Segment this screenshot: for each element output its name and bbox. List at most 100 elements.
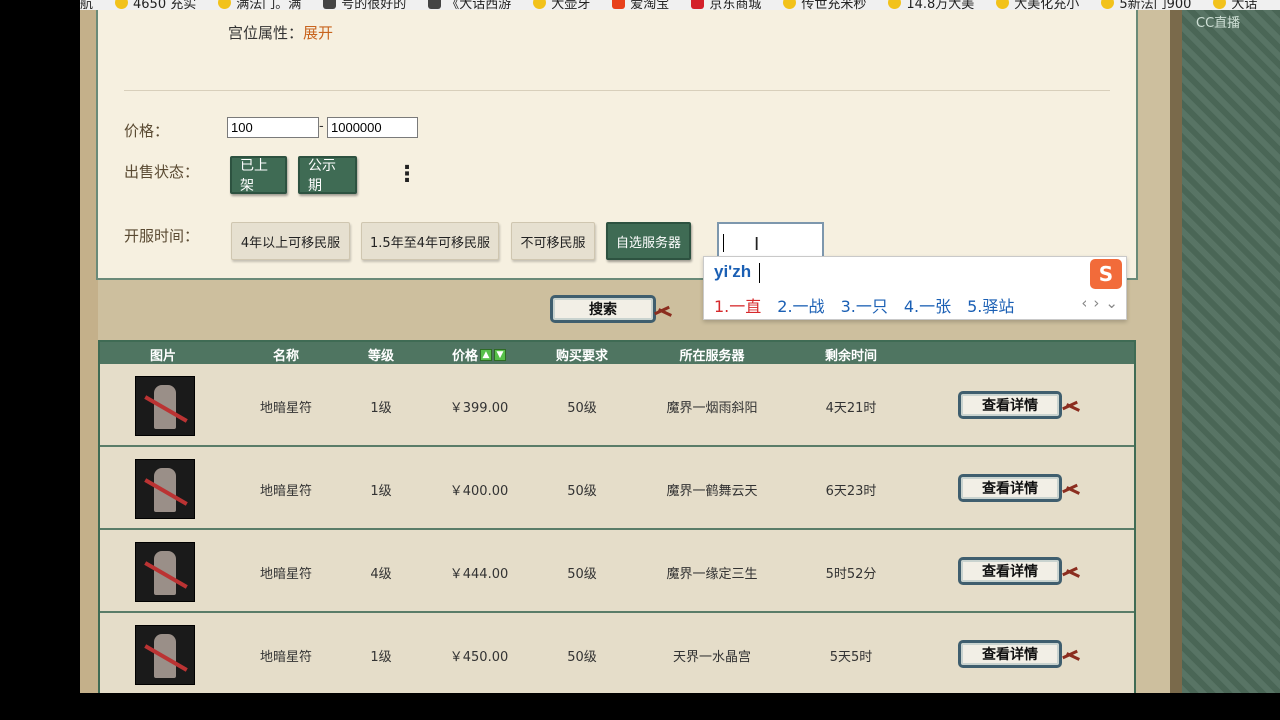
bookmark-item[interactable]: 大话	[1213, 0, 1257, 10]
tassel-icon	[654, 302, 672, 320]
tassel-icon	[1062, 397, 1080, 415]
bookmark-item[interactable]: 《大话西游	[428, 0, 511, 10]
bookmark-item[interactable]: 5新法门900	[1101, 0, 1191, 10]
view-detail-button[interactable]: 查看详情	[958, 557, 1062, 585]
ibeam-cursor-icon: I	[754, 234, 760, 255]
bookmark-label: 满法门。满	[236, 0, 302, 10]
cell-server: 魔界一鹤舞云天	[666, 484, 758, 499]
bookmark-item[interactable]: 大壶牙	[533, 0, 590, 10]
ime-candidate[interactable]: 4.一张	[904, 293, 951, 317]
cell-price: ￥444.00	[449, 567, 509, 582]
table-header: 图片 名称 等级 价格 ▲ ▼ 购买要求 所在服务器 剩余时间	[100, 342, 1134, 364]
expand-icon[interactable]: ⌄	[1105, 294, 1118, 312]
search-button[interactable]: 搜索	[550, 295, 656, 323]
cell-req: 50级	[567, 567, 597, 582]
side-decoration: CC直播	[1182, 10, 1280, 693]
bookmark-label: 传世充米秒	[801, 0, 867, 10]
palace-expand-link[interactable]: 展开	[303, 24, 333, 42]
cell-server: 天界一水晶宫	[672, 650, 752, 665]
cell-name: 地暗星符	[259, 650, 313, 665]
choose-server-button[interactable]: 自选服务器	[606, 222, 691, 260]
view-detail-button[interactable]: 查看详情	[958, 640, 1062, 668]
item-thumbnail[interactable]	[135, 542, 195, 602]
ime-candidate[interactable]: 3.一只	[841, 293, 888, 317]
jd-icon	[691, 0, 705, 9]
cell-level: 1级	[370, 650, 392, 665]
col-header-requirement: 购买要求	[555, 349, 609, 364]
bookmark-label: 号的很好的	[341, 0, 407, 10]
open-4y-button[interactable]: 4年以上可移民服	[231, 222, 350, 260]
col-header-price-wrap[interactable]: 价格 ▲ ▼	[452, 345, 507, 364]
prev-page-icon[interactable]: ‹	[1081, 294, 1087, 312]
ime-candidate[interactable]: 5.驿站	[967, 293, 1014, 317]
filter-panel: 宫位属性：展开 价格： - 出售状态： 已上架 公示期 ⋮ 开服时间： 4年以上…	[96, 10, 1138, 280]
cell-level: 1级	[370, 484, 392, 499]
camera-icon	[428, 0, 442, 9]
cell-level: 1级	[370, 401, 392, 416]
public-period-button[interactable]: 公示期	[298, 156, 357, 194]
taobao-icon	[612, 0, 626, 9]
open-15-4y-button[interactable]: 1.5年至4年可移民服	[361, 222, 499, 260]
item-thumbnail[interactable]	[135, 376, 195, 436]
item-thumbnail[interactable]	[135, 625, 195, 685]
cell-remaining: 5天5时	[829, 650, 873, 665]
ime-candidate[interactable]: 2.一战	[777, 293, 824, 317]
bookmark-item[interactable]: 满法门。满	[218, 0, 301, 10]
star-icon	[218, 0, 232, 9]
ime-candidates: 1.一直 2.一战 3.一只 4.一张 5.驿站	[714, 293, 1030, 317]
bookmark-item[interactable]: 航	[80, 0, 93, 10]
cell-remaining: 5时52分	[825, 567, 877, 582]
ime-nav: ‹ › ⌄	[1075, 294, 1118, 312]
palace-attribute: 宫位属性：展开	[228, 22, 333, 43]
cell-name: 地暗星符	[259, 484, 313, 499]
price-max-input[interactable]	[327, 117, 418, 138]
col-header-server: 所在服务器	[679, 349, 745, 364]
star-icon	[533, 0, 547, 9]
cell-req: 50级	[567, 484, 597, 499]
bookmark-label: 京东商城	[709, 0, 762, 10]
tassel-icon	[1062, 563, 1080, 581]
view-detail-button[interactable]: 查看详情	[958, 474, 1062, 502]
item-thumbnail[interactable]	[135, 459, 195, 519]
bookmark-item[interactable]: 京东商城	[691, 0, 761, 10]
cell-server: 魔界一缘定三生	[666, 567, 758, 582]
open-no-move-button[interactable]: 不可移民服	[511, 222, 595, 260]
col-header-image: 图片	[149, 349, 177, 364]
bookmark-item[interactable]: 14.8万大美	[888, 0, 974, 10]
bookmark-item[interactable]: 传世充米秒	[783, 0, 866, 10]
sort-desc-icon[interactable]: ▼	[494, 348, 507, 361]
more-options-icon[interactable]: ⋮	[396, 164, 418, 186]
on-shelf-button[interactable]: 已上架	[230, 156, 287, 194]
cell-remaining: 4天21时	[825, 401, 877, 416]
bookmark-label: 爱淘宝	[630, 0, 670, 10]
star-icon	[1101, 0, 1115, 9]
star-icon	[1213, 0, 1227, 9]
next-page-icon[interactable]: ›	[1093, 294, 1099, 312]
divider	[124, 90, 1110, 91]
table-row: 地暗星符 1级 ￥450.00 50级 天界一水晶宫 5天5时 查看详情	[100, 613, 1134, 693]
col-header-remaining: 剩余时间	[824, 349, 878, 364]
view-detail-button[interactable]: 查看详情	[958, 391, 1062, 419]
bookmark-item[interactable]: 号的很好的	[323, 0, 406, 10]
sort-asc-icon[interactable]: ▲	[480, 348, 493, 361]
bookmarks-row: 航 4650 充实 满法门。满 号的很好的 《大话西游 大壶牙 爱淘宝 京东商城 传世充米秒 14…	[80, 0, 1279, 10]
bookmark-label: 《大话西游	[446, 0, 512, 10]
camera-icon	[323, 0, 337, 9]
cc-live-label: CC直播	[1196, 16, 1241, 31]
cell-server: 魔界一烟雨斜阳	[666, 401, 758, 416]
results-table: 图片 名称 等级 价格 ▲ ▼ 购买要求 所在服务器 剩余时间 地暗星符 1级 ￥3…	[98, 340, 1136, 693]
ime-candidate-window: yi'zh S 1.一直 2.一战 3.一只 4.一张 5.驿站 ‹ › ⌄	[703, 256, 1127, 320]
bookmark-item[interactable]: 大美化充小	[996, 0, 1079, 10]
table-row: 地暗星符 1级 ￥400.00 50级 魔界一鹤舞云天 6天23时 查看详情	[100, 447, 1134, 530]
trade-page: 宫位属性：展开 价格： - 出售状态： 已上架 公示期 ⋮ 开服时间： 4年以上…	[80, 10, 1170, 693]
bookmark-item[interactable]: 爱淘宝	[612, 0, 669, 10]
ime-candidate[interactable]: 1.一直	[714, 293, 761, 317]
text-caret	[723, 234, 724, 252]
price-label: 价格：	[124, 122, 170, 140]
bookmark-label: 14.8万大美	[906, 0, 975, 10]
cell-req: 50级	[567, 650, 597, 665]
page-right-border	[1170, 10, 1182, 693]
price-min-input[interactable]	[227, 117, 319, 138]
star-icon	[783, 0, 797, 9]
bookmark-item[interactable]: 4650 充实	[115, 0, 196, 10]
